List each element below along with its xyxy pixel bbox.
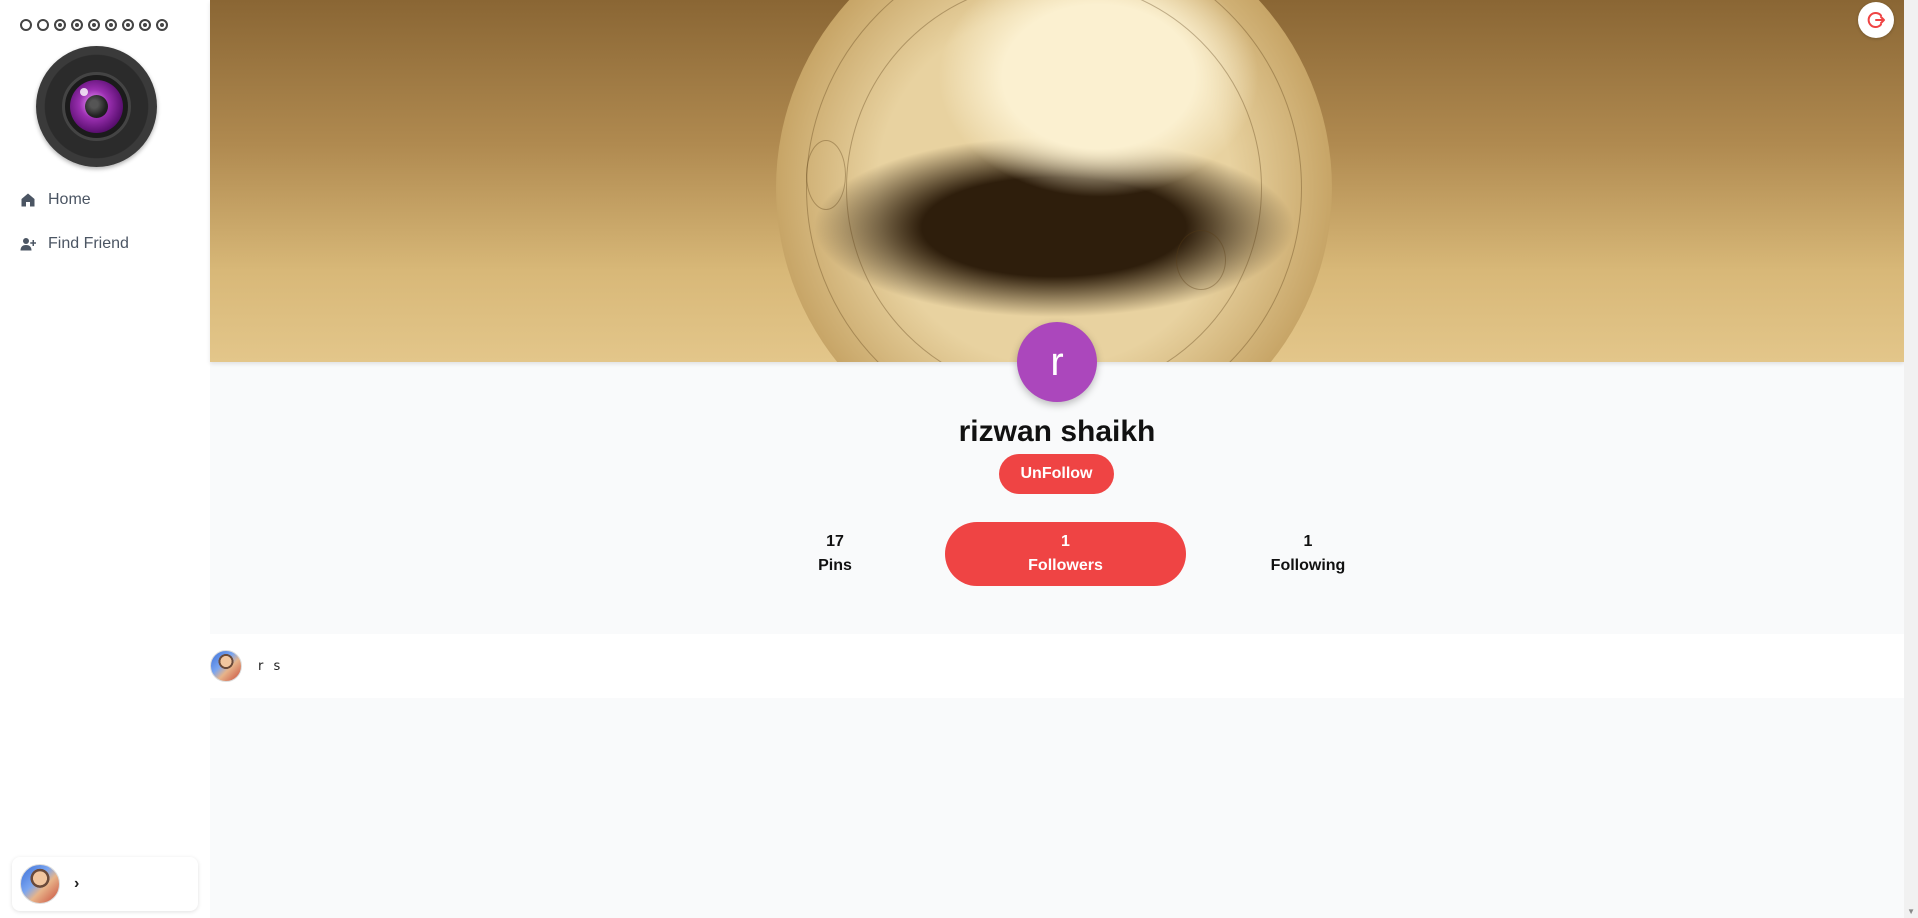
user-plus-icon — [20, 238, 36, 251]
follower-name: r s — [258, 658, 284, 674]
stat-value: 1 — [1303, 533, 1313, 550]
stat-label: Pins — [818, 557, 852, 574]
dot-icon — [54, 19, 66, 31]
dot-icon — [156, 19, 168, 31]
dot-icon — [20, 19, 32, 31]
chevron-right-icon: › — [74, 875, 80, 892]
sidebar-item-home[interactable]: Home — [20, 191, 91, 209]
cover-image — [210, 0, 1904, 362]
sidebar-item-label: Find Friend — [48, 235, 129, 252]
lens-glint — [80, 88, 88, 96]
sidebar-item-find-friend[interactable]: Find Friend — [20, 235, 129, 253]
profile-avatar: r — [1017, 322, 1097, 402]
list-item[interactable]: r s — [210, 634, 1904, 698]
stat-pins-tab[interactable]: 17 Pins — [775, 522, 895, 586]
logout-icon — [1867, 12, 1885, 28]
dot-icon — [105, 19, 117, 31]
dot-icon — [122, 19, 134, 31]
stat-label: Following — [1270, 557, 1346, 574]
stat-followers-tab[interactable]: 1 Followers — [945, 522, 1186, 586]
scrollbar[interactable]: ▼ — [1904, 0, 1918, 918]
stat-value: 17 — [826, 533, 844, 550]
cover-sphere-graphic — [776, 0, 1332, 362]
home-icon — [21, 193, 35, 207]
current-user-card[interactable]: › — [12, 857, 198, 911]
avatar — [210, 650, 242, 682]
avatar — [20, 864, 60, 904]
logout-button[interactable] — [1858, 2, 1894, 38]
sidebar-item-label: Home — [48, 191, 91, 208]
dot-icon — [88, 19, 100, 31]
app-root: Home Find Friend › r rizwan shaikh UnFol… — [0, 0, 1918, 918]
dot-icon — [139, 19, 151, 31]
profile-name: rizwan shaikh — [958, 415, 1156, 448]
dot-icon — [71, 19, 83, 31]
stat-following-tab[interactable]: 1 Following — [1248, 522, 1368, 586]
lens-center — [85, 95, 108, 118]
camera-lens-logo[interactable] — [36, 46, 157, 167]
loading-dots — [20, 19, 168, 31]
dot-icon — [37, 19, 49, 31]
stat-value: 1 — [1061, 533, 1070, 550]
sidebar: Home Find Friend › — [0, 0, 210, 918]
stat-label: Followers — [1028, 557, 1103, 574]
unfollow-button[interactable]: UnFollow — [999, 454, 1114, 494]
scroll-down-icon[interactable]: ▼ — [1907, 907, 1915, 916]
main-content: r rizwan shaikh UnFollow 17 Pins 1 Follo… — [210, 0, 1904, 918]
